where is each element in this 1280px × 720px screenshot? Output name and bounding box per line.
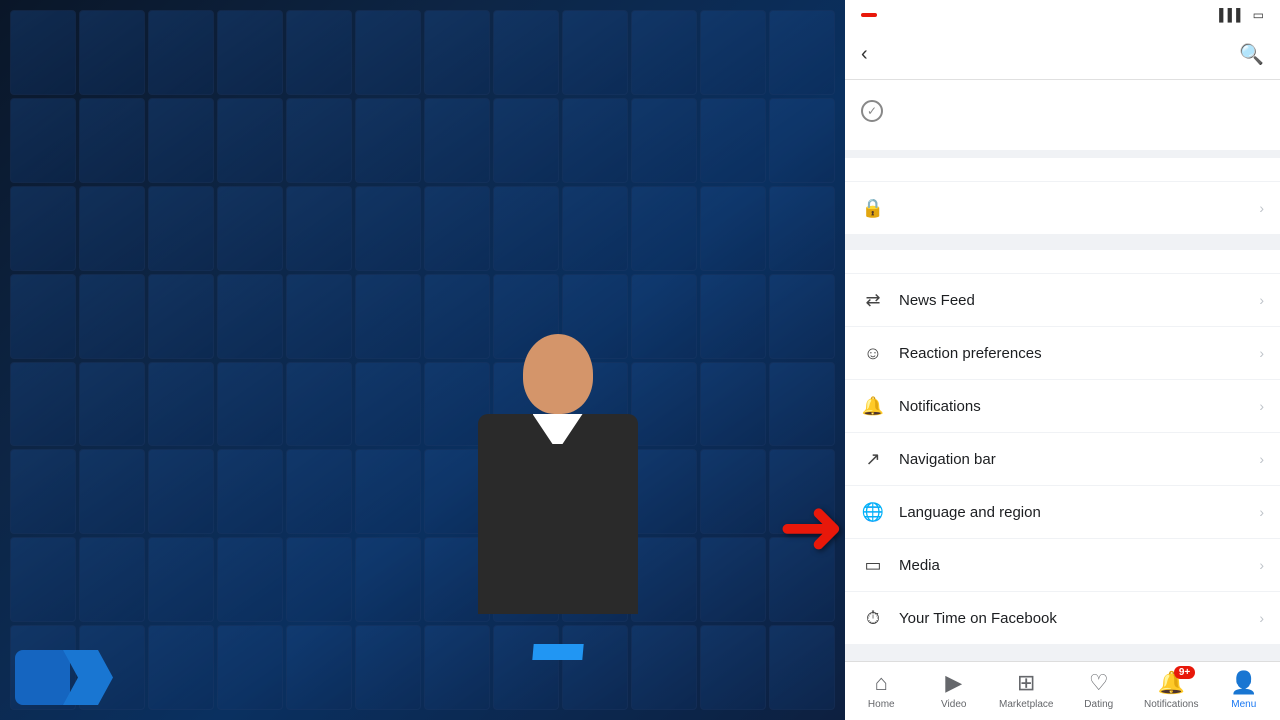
verification-item[interactable]: ✓ <box>861 92 1264 130</box>
nav-item-notifications[interactable]: 🔔 9+ Notifications <box>1141 670 1201 710</box>
nav-label-home: Home <box>868 699 895 710</box>
nav-label-notifications: Notifications <box>1144 699 1198 710</box>
menu-items-list: ⇄ News Feed › ☺ Reaction preferences › 🔔… <box>845 273 1280 644</box>
phone-panel: ▌▌▌ ▭ ‹ 🔍 ✓ 🔒 › <box>845 0 1280 720</box>
person-body <box>478 414 638 614</box>
chevron-right-icon: › <box>1259 200 1264 216</box>
person-head <box>523 334 593 414</box>
language-region-item[interactable]: 🌐 Language and region › <box>845 485 1280 538</box>
nav-label-marketplace: Marketplace <box>999 699 1053 710</box>
status-time <box>861 13 877 17</box>
app-header: ‹ 🔍 <box>845 30 1280 80</box>
verification-check-icon: ✓ <box>861 100 883 122</box>
chevron-right-icon: › <box>1259 451 1264 467</box>
tools-section-header <box>845 158 1280 181</box>
heart-icon: ♡ <box>1089 670 1109 696</box>
person-collar <box>533 414 583 444</box>
signal-bars-icon: ▌▌▌ <box>1219 8 1245 22</box>
chevron-right-icon: › <box>1259 610 1264 626</box>
media-item[interactable]: ▭ Media › <box>845 538 1280 591</box>
battery-icon: ▭ <box>1253 8 1264 22</box>
marketplace-icon: ⊞ <box>1017 670 1035 696</box>
chevron-right-icon: › <box>1259 557 1264 573</box>
privacy-checkup-item[interactable]: 🔒 › <box>845 181 1280 234</box>
globe-icon: 🌐 <box>861 500 885 524</box>
logo-icon <box>15 650 70 705</box>
tools-section-card: 🔒 › <box>845 158 1280 234</box>
time-on-facebook-label: Your Time on Facebook <box>899 610 1057 627</box>
nav-item-menu[interactable]: 👤 Menu <box>1214 670 1274 710</box>
notifications-item[interactable]: 🔔 Notifications › <box>845 379 1280 432</box>
time-on-facebook-item[interactable]: ⏱ Your Time on Facebook › <box>845 591 1280 644</box>
lock-icon: 🔒 <box>861 196 885 220</box>
nav-item-marketplace[interactable]: ⊞ Marketplace <box>996 670 1056 710</box>
media-label: Media <box>899 557 940 574</box>
notifications-label: Notifications <box>899 398 981 415</box>
news-feed-icon: ⇄ <box>861 288 885 312</box>
preferences-section-card: ⇄ News Feed › ☺ Reaction preferences › 🔔… <box>845 250 1280 644</box>
settings-content: ✓ 🔒 › <box>845 80 1280 661</box>
navigation-bar-label: Navigation bar <box>899 451 996 468</box>
media-icon: ▭ <box>861 553 885 577</box>
bottom-nav: ⌂ Home ▶ Video ⊞ Marketplace ♡ Dating 🔔 … <box>845 661 1280 720</box>
nav-label-dating: Dating <box>1084 699 1113 710</box>
nav-item-video[interactable]: ▶ Video <box>924 670 984 710</box>
menu-avatar-icon: 👤 <box>1230 670 1257 696</box>
notifications-badge: 9+ <box>1174 666 1195 679</box>
chevron-right-icon: › <box>1259 345 1264 361</box>
news-feed-label: News Feed <box>899 292 975 309</box>
news-feed-item[interactable]: ⇄ News Feed › <box>845 273 1280 326</box>
reaction-icon: ☺ <box>861 341 885 365</box>
nav-item-home[interactable]: ⌂ Home <box>851 670 911 710</box>
name-banner <box>532 644 583 660</box>
video-icon: ▶ <box>945 670 962 696</box>
chevron-right-icon: › <box>1259 398 1264 414</box>
nav-label-menu: Menu <box>1231 699 1256 710</box>
section-divider-1 <box>845 242 1280 250</box>
nav-item-dating[interactable]: ♡ Dating <box>1069 670 1129 710</box>
person-figure <box>448 334 668 654</box>
navigation-icon: ↗ <box>861 447 885 471</box>
reaction-preferences-label: Reaction preferences <box>899 345 1042 362</box>
search-icon[interactable]: 🔍 <box>1239 42 1264 67</box>
back-button[interactable]: ‹ <box>861 43 868 66</box>
see-more-accounts-link[interactable] <box>861 130 1264 138</box>
person-area <box>300 334 815 660</box>
status-icons: ▌▌▌ ▭ <box>1219 8 1264 22</box>
cyberguy-logo <box>15 650 121 705</box>
bell-icon: 🔔 <box>861 394 885 418</box>
clock-icon: ⏱ <box>861 606 885 630</box>
video-thumbnail: // Generate grid keys inline const grid … <box>0 0 845 720</box>
status-bar: ▌▌▌ ▭ <box>845 0 1280 30</box>
preferences-section-header <box>845 250 1280 273</box>
nav-label-video: Video <box>941 699 966 710</box>
logo-chevron <box>63 650 113 705</box>
home-icon: ⌂ <box>875 670 888 696</box>
chevron-right-icon: › <box>1259 504 1264 520</box>
reaction-preferences-item[interactable]: ☺ Reaction preferences › <box>845 326 1280 379</box>
language-region-label: Language and region <box>899 504 1041 521</box>
verification-section: ✓ <box>845 80 1280 150</box>
navigation-bar-item[interactable]: ↗ Navigation bar › <box>845 432 1280 485</box>
chevron-right-icon: › <box>1259 292 1264 308</box>
arrow-icon: ➜ <box>778 480 845 573</box>
